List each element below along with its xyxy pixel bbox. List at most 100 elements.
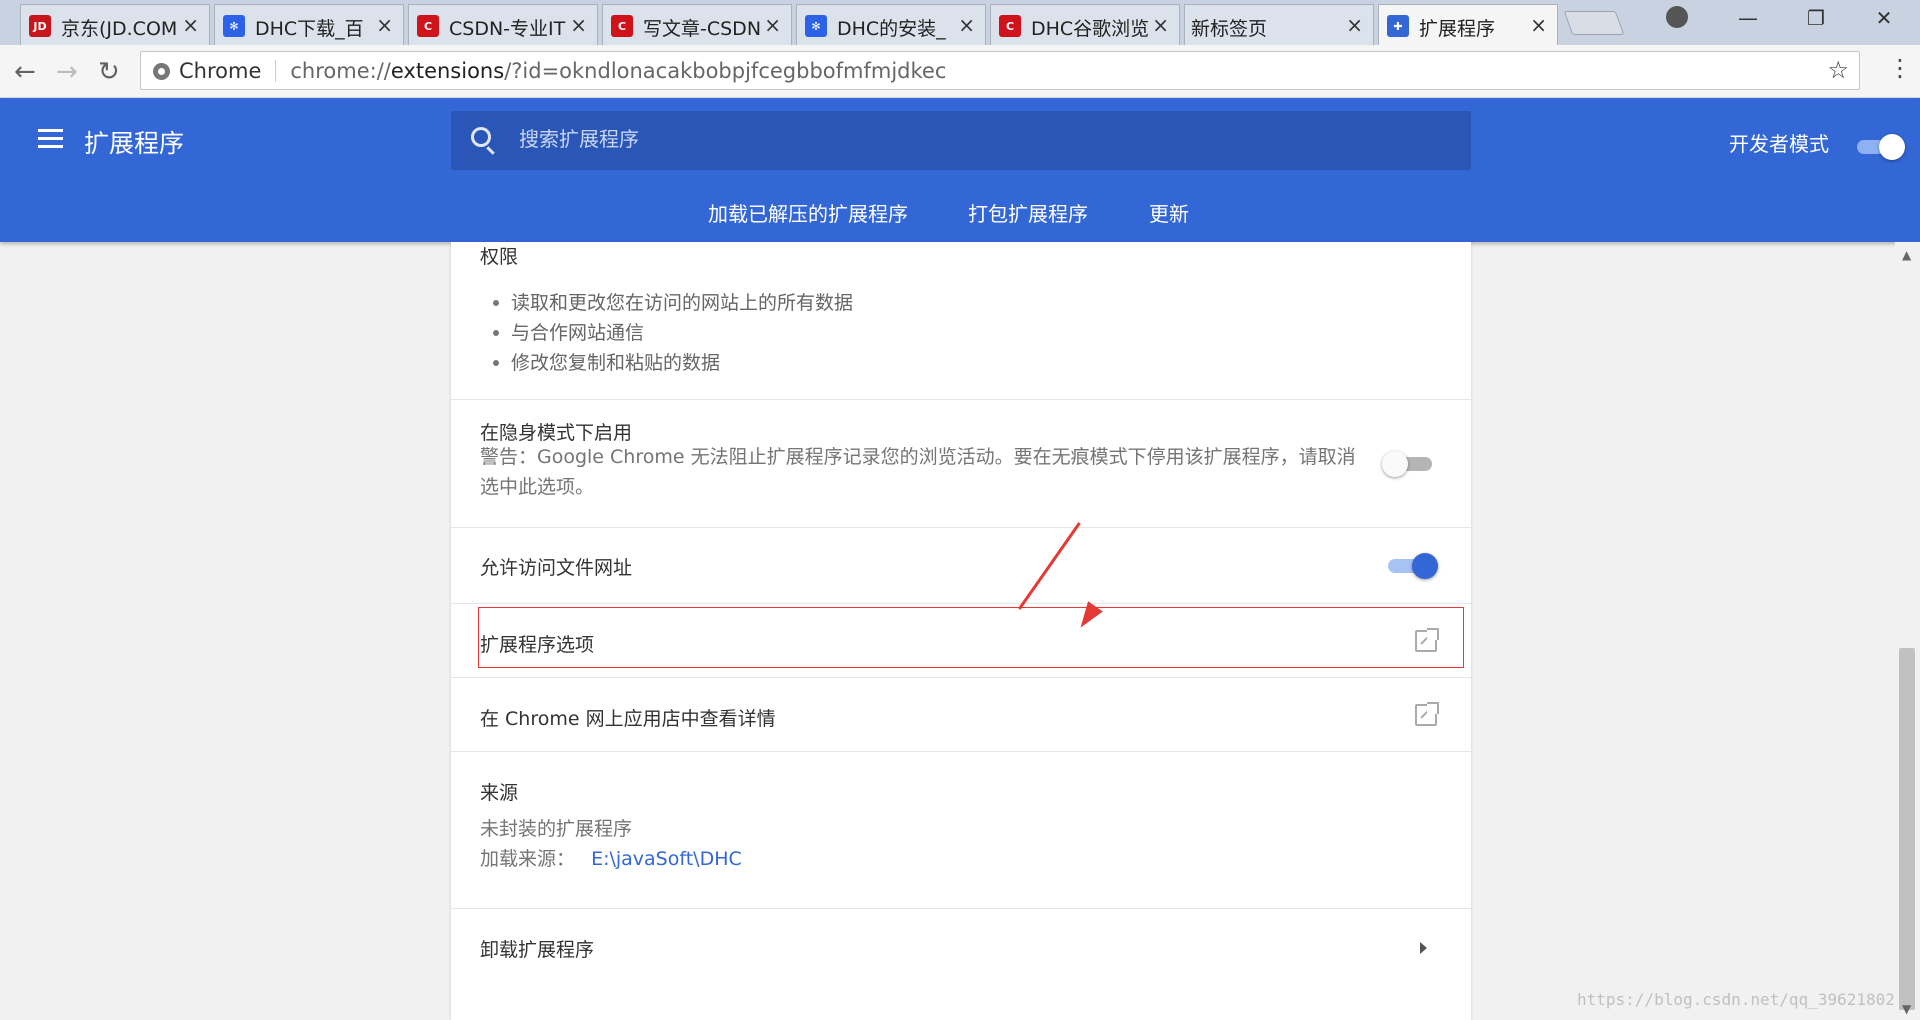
load-source: 加载来源： E:\javaSoft\DHC [480, 844, 742, 874]
tab-title: CSDN-专业IT [449, 18, 566, 40]
dev-mode-toggle[interactable] [1857, 134, 1905, 160]
tab-title: 新标签页 [1191, 18, 1268, 40]
new-tab-button[interactable] [1563, 11, 1625, 35]
window-close-icon[interactable]: ✕ [1864, 6, 1904, 30]
url-text[interactable]: chrome://extensions/?id=okndlonacakbobpj… [290, 59, 946, 83]
webstore-row[interactable]: 在 Chrome 网上应用店中查看详情 [451, 678, 1471, 752]
divider [275, 59, 277, 82]
tab-1[interactable]: JD 京东(JD.COM × [20, 4, 210, 45]
close-icon[interactable]: × [182, 13, 199, 37]
extensions-header: 扩展程序 开发者模式 加载已解压的扩展程序 打包扩展程序 更新 [0, 98, 1920, 242]
remove-extension-label: 卸载扩展程序 [480, 939, 595, 961]
scroll-up-icon[interactable]: ▲ [1902, 248, 1911, 262]
tab-title: DHC谷歌浏览 [1031, 18, 1149, 40]
chrome-icon [153, 63, 170, 80]
page-title: 扩展程序 [84, 129, 185, 158]
back-icon[interactable]: ← [14, 57, 36, 87]
toggle-knob [1412, 553, 1438, 579]
watermark: https://blog.csdn.net/qq_39621802 [1577, 990, 1895, 1009]
source-title: 来源 [480, 782, 519, 804]
load-source-path-link[interactable]: E:\javaSoft\DHC [591, 848, 742, 870]
url-host: extensions [390, 58, 505, 83]
tab-4[interactable]: C 写文章-CSDN × [602, 4, 792, 45]
permission-item: 读取和更改您在访问的网站上的所有数据 [511, 292, 854, 314]
jd-favicon-icon: JD [29, 15, 51, 37]
bullet [493, 360, 499, 366]
tab-2[interactable]: ✻ DHC下载_百 × [214, 4, 404, 45]
close-icon[interactable]: × [1530, 13, 1547, 37]
pack-extension-button[interactable]: 打包扩展程序 [968, 198, 1088, 227]
open-in-new-icon[interactable] [1415, 702, 1439, 726]
tab-6[interactable]: C DHC谷歌浏览 × [990, 4, 1180, 45]
scroll-down-icon[interactable]: ▼ [1902, 1002, 1911, 1016]
incognito-row: 在隐身模式下启用 警告：Google Chrome 无法阻止扩展程序记录您的浏览… [451, 400, 1471, 528]
remove-extension-row[interactable]: 卸载扩展程序 [451, 909, 1471, 985]
incognito-toggle[interactable] [1382, 451, 1432, 477]
tab-title: DHC下载_百 [255, 18, 364, 40]
paw-icon: ✻ [223, 15, 245, 37]
toggle-knob [1879, 134, 1905, 160]
close-icon[interactable]: × [1152, 13, 1169, 37]
file-access-row: 允许访问文件网址 [451, 528, 1471, 604]
url-scheme: chrome:// [290, 58, 391, 83]
search-input[interactable] [517, 123, 1417, 157]
tab-strip: JD 京东(JD.COM × ✻ DHC下载_百 × C CSDN-专业IT ×… [0, 0, 1920, 46]
extension-details-card: 权限 读取和更改您在访问的网站上的所有数据 与合作网站通信 修改您复制和粘贴的数… [451, 242, 1471, 1020]
source-section: 来源 未封装的扩展程序 加载来源： E:\javaSoft\DHC [451, 752, 1471, 909]
search-box[interactable] [451, 111, 1471, 170]
tab-title: 写文章-CSDN [643, 18, 761, 40]
warning-line-1: 警告：Google Chrome 无法阻止扩展程序记录您的浏览活动。要在无痕模式… [480, 446, 1356, 468]
forward-icon[interactable]: → [56, 57, 78, 87]
tab-7[interactable]: 新标签页 × [1184, 4, 1374, 45]
close-icon[interactable]: × [1346, 13, 1363, 37]
bullet [493, 330, 499, 336]
tab-5[interactable]: ✻ DHC的安装_ × [796, 4, 986, 45]
menu-icon[interactable] [38, 129, 63, 149]
puzzle-icon: ✚ [1387, 15, 1409, 37]
tab-title: 扩展程序 [1419, 18, 1496, 40]
csdn-icon: C [611, 15, 633, 37]
webstore-label: 在 Chrome 网上应用店中查看详情 [480, 708, 776, 730]
tab-3[interactable]: C CSDN-专业IT × [408, 4, 598, 45]
extension-options-row[interactable]: 扩展程序选项 [451, 604, 1471, 678]
load-source-label: 加载来源： [480, 848, 576, 870]
close-icon[interactable]: × [570, 13, 587, 37]
tab-8-active[interactable]: ✚ 扩展程序 × [1378, 4, 1558, 46]
tab-title: 京东(JD.COM [61, 18, 178, 40]
permission-item: 修改您复制和粘贴的数据 [511, 352, 721, 374]
bullet [493, 300, 499, 306]
dev-mode-label: 开发者模式 [1729, 132, 1829, 156]
profile-icon[interactable] [1666, 6, 1688, 28]
browser-toolbar: ← → ↻ Chrome chrome://extensions/?id=okn… [0, 45, 1920, 98]
load-unpacked-button[interactable]: 加载已解压的扩展程序 [708, 198, 908, 227]
close-icon[interactable]: × [764, 13, 781, 37]
toggle-knob [1382, 451, 1408, 477]
open-in-new-icon[interactable] [1415, 628, 1439, 652]
page-scrollbar[interactable]: ▲ ▼ [1895, 242, 1920, 1020]
source-type: 未封装的扩展程序 [480, 818, 633, 840]
reload-icon[interactable]: ↻ [98, 57, 120, 87]
permissions-section: 权限 读取和更改您在访问的网站上的所有数据 与合作网站通信 修改您复制和粘贴的数… [451, 242, 1471, 400]
incognito-warning: 警告：Google Chrome 无法阻止扩展程序记录您的浏览活动。要在无痕模式… [480, 442, 1360, 502]
address-bar[interactable]: Chrome chrome://extensions/?id=okndlonac… [140, 51, 1860, 90]
extension-options-label: 扩展程序选项 [480, 634, 595, 656]
site-chip: Chrome [179, 58, 262, 83]
search-icon [471, 127, 491, 147]
warning-line-2: 选中此选项。 [480, 476, 595, 498]
bookmark-star-icon[interactable]: ☆ [1827, 56, 1849, 84]
close-icon[interactable]: × [376, 13, 393, 37]
close-icon[interactable]: × [958, 13, 975, 37]
csdn-icon: C [417, 15, 439, 37]
permission-item: 与合作网站通信 [511, 322, 645, 344]
permissions-title: 权限 [480, 246, 519, 268]
chrome-menu-icon[interactable]: ⋮ [1888, 54, 1912, 82]
restore-icon[interactable]: ❐ [1796, 6, 1836, 30]
file-access-toggle[interactable] [1388, 553, 1438, 579]
scrollbar-thumb[interactable] [1899, 648, 1915, 1010]
tab-title: DHC的安装_ [837, 18, 946, 40]
chevron-right-icon [1420, 942, 1427, 954]
update-button[interactable]: 更新 [1149, 198, 1189, 227]
incognito-title: 在隐身模式下启用 [480, 422, 633, 444]
paw-icon: ✻ [805, 15, 827, 37]
minimize-icon[interactable]: — [1728, 6, 1768, 30]
